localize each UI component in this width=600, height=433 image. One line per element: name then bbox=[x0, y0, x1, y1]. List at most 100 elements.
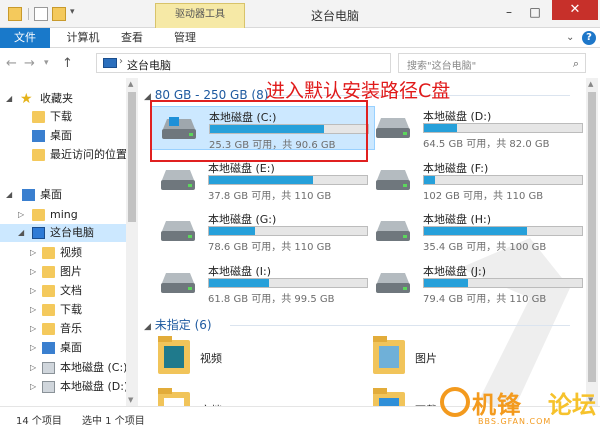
drive-h[interactable]: 本地磁盘 (H:) 35.4 GB 可用，共 100 GB bbox=[365, 209, 584, 253]
customize-qat-icon[interactable]: ▾ bbox=[70, 7, 84, 21]
usage-fill bbox=[209, 227, 255, 235]
folder-documents[interactable]: 文档 bbox=[150, 388, 350, 406]
expand-icon[interactable]: ▷ bbox=[30, 244, 36, 262]
usage-fill bbox=[424, 279, 469, 287]
collapse-icon[interactable]: ◢ bbox=[18, 224, 24, 242]
tab-manage[interactable]: 管理 bbox=[165, 28, 205, 48]
usage-bar bbox=[423, 123, 583, 133]
content-scrollbar[interactable]: ▲ ▼ bbox=[586, 78, 598, 406]
address-field[interactable]: › 这台电脑 ▾ ⟳ bbox=[96, 53, 479, 73]
divider bbox=[28, 8, 29, 20]
expand-icon[interactable]: ▷ bbox=[30, 339, 36, 357]
free-space: 102 GB 可用，共 110 GB bbox=[423, 191, 544, 202]
address-bar: ← → ▾ ↑ › 这台电脑 ▾ ⟳ 搜索"这台电脑" ⌕ bbox=[0, 49, 600, 77]
scroll-down-icon[interactable]: ▼ bbox=[128, 396, 133, 404]
nav-desktop-fav[interactable]: 桌面 bbox=[0, 127, 126, 145]
folder-label: 视频 bbox=[200, 352, 222, 365]
maximize-button[interactable]: □ bbox=[522, 2, 548, 22]
nav-music[interactable]: ▷ 音乐 bbox=[0, 320, 126, 338]
nav-favorites[interactable]: ◢ ★ 收藏夹 bbox=[0, 90, 126, 108]
recent-locations-icon[interactable]: ▾ bbox=[44, 58, 49, 68]
drive-icon bbox=[42, 381, 55, 393]
nav-scrollbar[interactable]: ▲ ▼ bbox=[126, 78, 138, 406]
videos-folder-icon bbox=[42, 247, 55, 259]
tab-view[interactable]: 查看 bbox=[112, 28, 152, 48]
drive-g[interactable]: 本地磁盘 (G:) 78.6 GB 可用，共 110 GB bbox=[150, 209, 375, 253]
computer-icon bbox=[32, 227, 45, 239]
expand-ribbon-icon[interactable]: ⌄ bbox=[566, 32, 574, 43]
nav-drive-c[interactable]: ▷ 本地磁盘 (C:) bbox=[0, 359, 126, 377]
annotation-text: 进入默认安装路径C盘 bbox=[266, 80, 451, 102]
folder-videos[interactable]: 视频 bbox=[150, 336, 350, 380]
help-icon[interactable]: ? bbox=[582, 31, 596, 45]
tab-computer[interactable]: 计算机 bbox=[58, 28, 108, 48]
expand-icon[interactable]: ▷ bbox=[30, 263, 36, 281]
free-space: 64.5 GB 可用，共 82.0 GB bbox=[423, 139, 550, 150]
collapse-icon[interactable]: ◢ bbox=[6, 186, 12, 204]
properties-icon[interactable] bbox=[34, 7, 48, 21]
nav-label: 文档 bbox=[60, 284, 82, 297]
back-icon[interactable]: ← bbox=[6, 56, 17, 71]
downloads-folder-icon bbox=[42, 304, 55, 316]
nav-drive-d[interactable]: ▷ 本地磁盘 (D:) bbox=[0, 378, 126, 396]
nav-pictures[interactable]: ▷ 图片 bbox=[0, 263, 126, 281]
nav-documents[interactable]: ▷ 文档 bbox=[0, 282, 126, 300]
drive-tools-tab[interactable]: 驱动器工具 bbox=[155, 3, 245, 28]
usage-fill bbox=[424, 176, 436, 184]
free-space: 61.8 GB 可用，共 99.5 GB bbox=[208, 294, 335, 305]
scroll-up-icon[interactable]: ▲ bbox=[128, 80, 133, 88]
nav-this-pc[interactable]: ◢ 这台电脑 bbox=[0, 224, 126, 242]
up-icon[interactable]: ↑ bbox=[62, 56, 73, 71]
expand-icon[interactable]: ▷ bbox=[30, 282, 36, 300]
navigation-pane: ◢ ★ 收藏夹 下载 桌面 最近访问的位置 ◢ 桌面 ▷ ming ◢ 这台电脑… bbox=[0, 78, 126, 406]
expand-icon[interactable]: ▷ bbox=[30, 320, 36, 338]
downloads-folder-icon bbox=[373, 388, 405, 406]
collapse-icon[interactable]: ◢ bbox=[144, 322, 151, 332]
minimize-button[interactable]: – bbox=[496, 2, 522, 22]
nav-user[interactable]: ▷ ming bbox=[0, 206, 126, 224]
collapse-icon[interactable]: ◢ bbox=[6, 90, 12, 108]
nav-label: 桌面 bbox=[40, 188, 62, 201]
free-space: 79.4 GB 可用，共 110 GB bbox=[423, 294, 547, 305]
drive-f[interactable]: 本地磁盘 (F:) 102 GB 可用，共 110 GB bbox=[365, 158, 584, 202]
close-button[interactable]: ✕ bbox=[552, 0, 598, 20]
folder-app-icon[interactable] bbox=[8, 7, 22, 21]
nav-label: 最近访问的位置 bbox=[50, 148, 126, 161]
drive-name: 本地磁盘 (D:) bbox=[423, 110, 492, 123]
search-icon[interactable]: ⌕ bbox=[573, 57, 579, 71]
nav-desktop-root[interactable]: ◢ 桌面 bbox=[0, 186, 126, 204]
scroll-thumb[interactable] bbox=[128, 92, 136, 222]
nav-desktop-pc[interactable]: ▷ 桌面 bbox=[0, 339, 126, 357]
scroll-up-icon[interactable]: ▲ bbox=[588, 80, 593, 88]
user-folder-icon bbox=[32, 209, 45, 221]
drive-e[interactable]: 本地磁盘 (E:) 37.8 GB 可用，共 110 GB bbox=[150, 158, 375, 202]
search-input[interactable]: 搜索"这台电脑" ⌕ bbox=[398, 53, 586, 73]
chevron-right-icon[interactable]: › bbox=[119, 56, 123, 67]
drive-name: 本地磁盘 (I:) bbox=[208, 265, 272, 278]
usage-bar bbox=[423, 278, 583, 288]
expand-icon[interactable]: ▷ bbox=[18, 206, 24, 224]
nav-recent[interactable]: 最近访问的位置 bbox=[0, 146, 126, 164]
expand-icon[interactable]: ▷ bbox=[30, 359, 36, 377]
usage-fill bbox=[209, 176, 314, 184]
usage-bar bbox=[423, 175, 583, 185]
group-header-unspecified[interactable]: ◢ 未指定 (6) bbox=[144, 316, 212, 334]
expand-icon[interactable]: ▷ bbox=[30, 378, 36, 396]
drive-j[interactable]: 本地磁盘 (J:) 79.4 GB 可用，共 110 GB bbox=[365, 261, 584, 305]
nav-downloads-pc[interactable]: ▷ 下载 bbox=[0, 301, 126, 319]
new-folder-icon[interactable] bbox=[52, 7, 66, 21]
drive-name: 本地磁盘 (E:) bbox=[208, 162, 275, 175]
nav-downloads[interactable]: 下载 bbox=[0, 108, 126, 126]
expand-icon[interactable]: ▷ bbox=[30, 301, 36, 319]
nav-videos[interactable]: ▷ 视频 bbox=[0, 244, 126, 262]
documents-folder-icon bbox=[158, 388, 190, 406]
folder-pictures[interactable]: 图片 bbox=[365, 336, 565, 380]
forward-icon[interactable]: → bbox=[24, 56, 35, 71]
documents-folder-icon bbox=[42, 285, 55, 297]
tab-file[interactable]: 文件 bbox=[0, 28, 50, 48]
folder-label: 图片 bbox=[415, 352, 437, 365]
drive-i[interactable]: 本地磁盘 (I:) 61.8 GB 可用，共 99.5 GB bbox=[150, 261, 375, 305]
scroll-thumb[interactable] bbox=[588, 92, 596, 382]
drive-icon bbox=[376, 221, 410, 241]
drive-d[interactable]: 本地磁盘 (D:) 64.5 GB 可用，共 82.0 GB bbox=[365, 106, 584, 150]
